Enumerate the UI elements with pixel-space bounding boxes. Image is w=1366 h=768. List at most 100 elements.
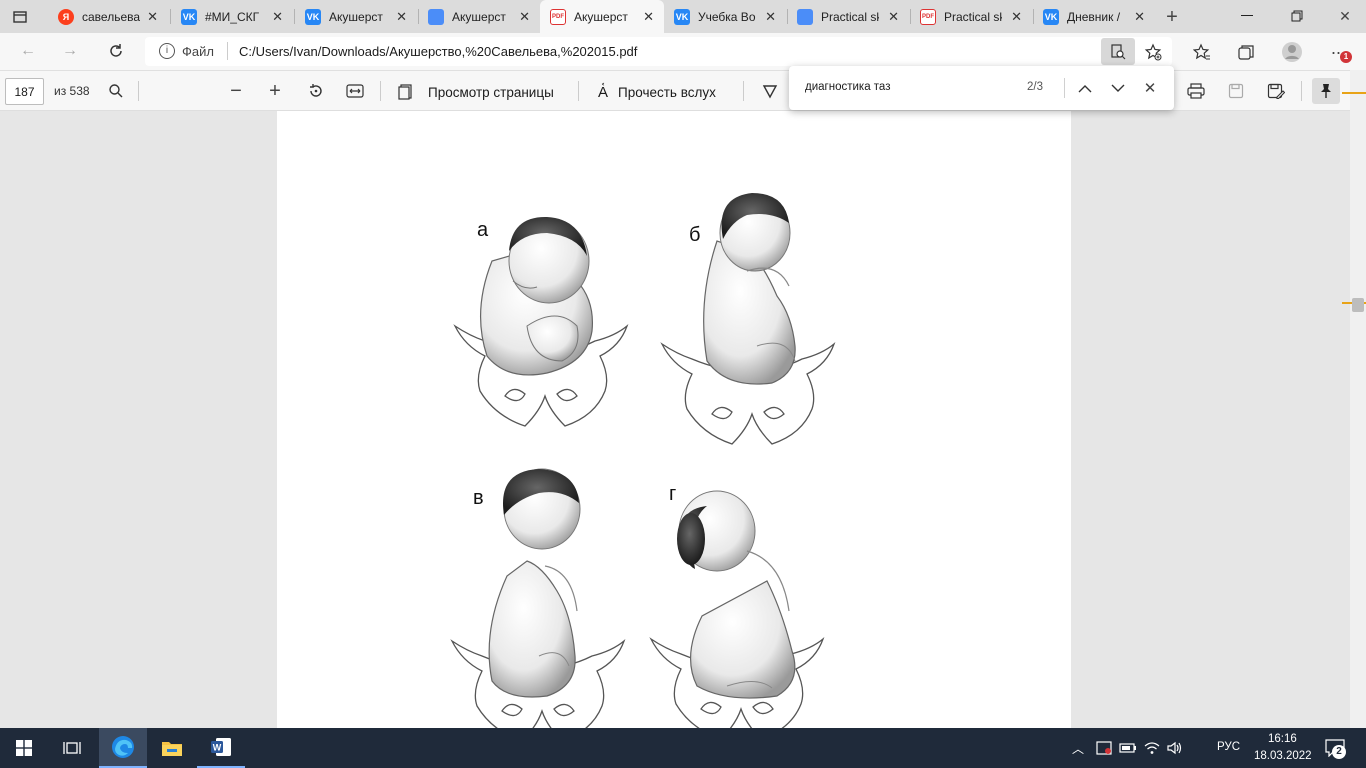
find-input[interactable]: диагностика таз [805,81,890,93]
tab[interactable]: PDF Practical sk ✕ [910,0,1032,33]
scheme-label: Файл [182,44,214,59]
refresh-icon[interactable] [104,41,128,61]
volume-icon[interactable] [1165,738,1185,758]
tab[interactable]: VK Дневник / ✕ [1033,0,1155,33]
page-view-button[interactable]: Просмотр страницы [398,81,554,103]
tab[interactable]: Я савельева ✕ [48,0,168,33]
tab-close-icon[interactable]: ✕ [396,9,407,25]
figure-label-g: г [669,483,677,505]
vk-icon: VK [1043,8,1059,25]
vk-icon: VK [674,8,690,25]
profile-avatar[interactable] [1280,40,1304,64]
yandex-icon: Я [58,8,74,25]
notifications-count-badge: 2 [1332,745,1346,759]
tab-actions-icon[interactable] [10,7,30,27]
tab[interactable]: Practical sk ✕ [787,0,909,33]
tab-label: Учебка Во [698,9,756,24]
tab-close-icon[interactable]: ✕ [1134,9,1145,25]
search-icon[interactable] [104,80,128,102]
svg-text:W: W [213,743,222,753]
pdf-viewer[interactable]: а б в г [0,111,1366,728]
favorites-icon[interactable] [1190,40,1214,64]
battery-icon[interactable] [1118,738,1138,758]
chevron-up-icon[interactable]: ︿ [1068,738,1088,758]
url-text[interactable]: C:/Users/Ivan/Downloads/Акушерство,%20Са… [239,44,637,59]
vertical-scrollbar[interactable] [1342,70,1366,728]
scrollbar-thumb[interactable] [1352,298,1364,312]
find-previous-icon[interactable] [1073,77,1097,99]
security-icon[interactable] [1094,738,1114,758]
doc-icon [797,8,813,25]
find-next-icon[interactable] [1106,77,1130,99]
figure-label-b: б [689,224,701,246]
tab-close-icon[interactable]: ✕ [643,9,654,25]
page-total: из 538 [54,84,90,98]
tab-close-icon[interactable]: ✕ [888,9,899,25]
notification-badge: 1 [1340,51,1352,63]
pin-toolbar-icon[interactable] [1312,78,1340,104]
pdf-page: а б в г [277,111,1071,728]
tab-active[interactable]: PDF Акушерст ✕ [540,0,664,33]
tab[interactable]: VK Акушерст ✕ [295,0,417,33]
page-view-icon [398,84,412,100]
tab-close-icon[interactable]: ✕ [519,9,530,25]
tab-close-icon[interactable]: ✕ [272,9,283,25]
task-view-icon[interactable] [48,728,96,768]
back-icon[interactable]: ← [16,41,40,61]
find-result-count: 2/3 [1027,81,1043,93]
find-close-icon[interactable]: ✕ [1138,77,1162,99]
tab-label: Акушерст [574,9,628,24]
edge-icon[interactable] [99,728,147,768]
tab-label: #МИ_СКГ [205,9,260,24]
new-tab-icon[interactable]: + [1160,5,1184,29]
url-field[interactable]: i Файл C:/Users/Ivan/Downloads/Акушерств… [145,37,1172,66]
tab-label: Practical sk [944,9,1002,24]
forward-icon[interactable]: → [58,41,82,61]
wifi-icon[interactable] [1142,738,1162,758]
rotate-icon[interactable] [304,80,328,102]
info-icon[interactable]: i [159,43,175,59]
collections-icon[interactable] [1234,40,1258,64]
page-view-label: Просмотр страницы [428,84,554,100]
start-icon[interactable] [0,728,48,768]
read-aloud-button[interactable]: A᷾ Прочесть вслух [598,81,716,103]
draw-icon[interactable] [758,80,782,102]
tab-label: Practical sk [821,9,879,24]
save-icon[interactable] [1224,80,1248,102]
read-aloud-label: Прочесть вслух [618,84,716,100]
clock-date[interactable]: 18.03.2022 [1254,750,1312,762]
save-as-icon[interactable] [1264,80,1288,102]
taskbar: W ︿ РУС 16:16 18.03.2022 2 [0,728,1366,768]
address-bar: ← → i Файл C:/Users/Ivan/Downloads/Акуше… [0,33,1366,70]
figure-label-a: а [477,219,489,241]
tab-label: Дневник / [1067,9,1121,24]
tab[interactable]: VK Учебка Во ✕ [664,0,786,33]
page-number-input[interactable]: 187 [5,78,44,105]
pdf-icon: PDF [550,8,566,25]
figure-label-v: в [473,487,484,509]
add-favorite-icon[interactable] [1142,41,1164,63]
tab-close-icon[interactable]: ✕ [765,9,776,25]
zoom-out-icon[interactable]: − [224,80,248,102]
restore-icon[interactable] [1282,6,1312,26]
tab-close-icon[interactable]: ✕ [1011,9,1022,25]
language-indicator[interactable]: РУС [1217,741,1240,753]
search-hit-marker [1342,92,1366,94]
tab[interactable]: Акушерст ✕ [418,0,540,33]
vk-icon: VK [305,8,321,25]
word-icon[interactable]: W [197,728,245,768]
zoom-in-icon[interactable]: + [263,80,287,102]
tab-close-icon[interactable]: ✕ [147,9,158,25]
tab-label: Акушерст [452,9,506,24]
read-aloud-icon: A᷾ [598,83,609,101]
print-icon[interactable] [1184,80,1208,102]
file-explorer-icon[interactable] [148,728,196,768]
clock-time[interactable]: 16:16 [1268,733,1297,745]
vk-icon: VK [181,8,197,25]
minimize-icon[interactable] [1232,6,1262,26]
find-in-page-icon[interactable] [1101,38,1135,65]
close-window-icon[interactable]: ✕ [1330,6,1360,26]
fit-to-width-icon[interactable] [343,80,367,102]
tab[interactable]: VK #МИ_СКГ ✕ [171,0,293,33]
tab-label: Акушерст [329,9,383,24]
